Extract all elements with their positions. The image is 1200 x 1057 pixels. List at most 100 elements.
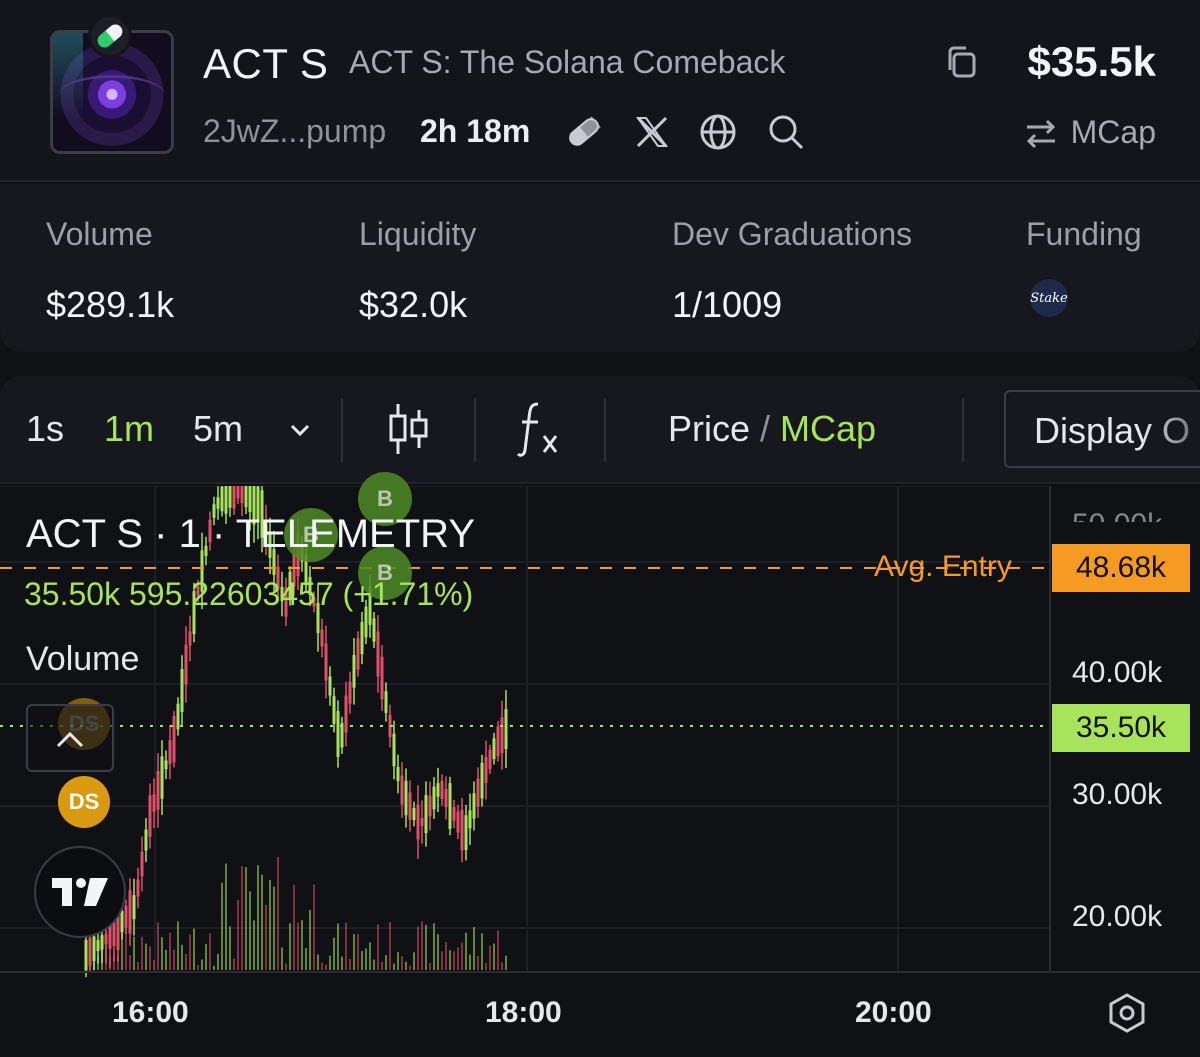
candle [356,638,360,670]
volume-bar [165,949,167,970]
avg-entry-price-tag: 48.68k [1052,544,1190,592]
stat-liquidity-label: Liquidity [359,216,477,252]
price-chart[interactable]: B B B ACT S · 1 · TELEMETRY 35.50k 595.2… [0,472,1200,1057]
contract-address[interactable]: 2JwZ...pump [203,113,386,150]
candle [372,618,376,642]
price-mcap-toggle[interactable]: Price / MCap [668,408,876,450]
volume-bar [209,933,211,970]
candlestick-chart[interactable] [0,486,1200,1057]
volume-bar [397,952,399,970]
chart-legend-values: 35.50k 595.22603457 (+1.71%) [24,576,474,612]
toolbar-divider [962,398,964,462]
candlestick-icon[interactable] [386,400,432,458]
volume-bar [281,947,283,970]
volume-bar [333,937,335,970]
volume-bar [505,955,507,970]
token-stats: Volume $289.1k Liquidity $32.0k Dev Grad… [0,184,1200,352]
search-icon[interactable] [766,112,806,152]
stake-logo-icon[interactable]: Stake [1030,279,1068,317]
pill-icon [88,14,132,58]
x-axis-tick: 20:00 [855,996,932,1029]
volume-bar [261,874,263,970]
x-axis-tick: 16:00 [112,996,189,1029]
candle [172,716,176,763]
copy-icon[interactable] [944,44,980,80]
candle [144,829,148,851]
indicators-fx-icon[interactable] [516,400,562,458]
market-cap-value: $35.5k [1027,38,1156,85]
chevron-down-icon[interactable] [286,416,314,444]
candle [448,783,452,829]
candle [360,621,364,655]
pill-link-icon[interactable] [564,112,604,152]
volume-bar [241,866,243,970]
volume-bars [85,857,507,970]
volume-bar [253,920,255,970]
candle [92,936,96,962]
candle [240,486,244,504]
volume-bar [145,943,147,970]
x-twitter-icon[interactable] [632,112,672,152]
display-options-button[interactable]: Display O [1004,390,1200,468]
volume-bar [445,942,447,970]
candle [504,709,508,750]
mcap-toggle-button[interactable]: MCap [1023,114,1156,151]
volume-bar [473,927,475,970]
chevron-up-icon [56,731,84,748]
volume-bar [453,951,455,970]
candle [452,807,456,821]
candle [120,910,124,933]
tradingview-logo-icon[interactable] [34,846,126,938]
chart-settings-icon[interactable] [1106,992,1148,1034]
volume-bar [389,922,391,970]
candle [428,795,432,817]
dev-sell-marker[interactable]: DS [58,776,110,828]
volume-bar [421,921,423,970]
candle [168,740,172,764]
candle [496,726,500,757]
volume-bar [401,956,403,970]
volume-bar [369,942,371,970]
timeframe-5m[interactable]: 5m [193,408,243,450]
globe-icon[interactable] [698,112,738,152]
current-price-tag: 35.50k [1052,704,1190,752]
candle [220,486,224,512]
volume-bar [189,934,191,970]
volume-legend-label: Volume [26,640,140,678]
volume-bar [233,958,235,970]
candle [348,681,352,704]
volume-bar [449,950,451,970]
volume-bar [257,865,259,970]
stat-dev-graduations-value: 1/1009 [672,284,783,325]
volume-bar [433,923,435,970]
timeframe-1m[interactable]: 1m [104,408,154,450]
volume-bar [153,960,155,970]
stat-volume-label: Volume [46,216,153,252]
volume-bar [193,928,195,970]
candle [460,809,464,851]
candle [488,749,492,770]
volume-bar [465,932,467,970]
volume-bar [205,944,207,970]
timeframe-1s[interactable]: 1s [26,408,64,450]
candle [160,756,164,799]
volume-bar [161,937,163,970]
y-axis-tick: 30.00k [1072,778,1163,811]
candle [480,762,484,799]
volume-bar [173,949,175,970]
candle [188,631,192,646]
candle [464,815,468,851]
candle [500,717,504,754]
volume-bar [229,926,231,970]
volume-bar [321,962,323,970]
volume-bar [293,884,295,970]
candle [432,786,436,810]
volume-bar [149,946,151,970]
toolbar-divider [474,398,476,462]
volume-bar [497,930,499,970]
volume-bar [237,899,239,970]
volume-bar [477,955,479,970]
candle [468,810,472,829]
stat-volume-value: $289.1k [46,284,175,325]
collapse-panel-button[interactable] [26,704,114,772]
